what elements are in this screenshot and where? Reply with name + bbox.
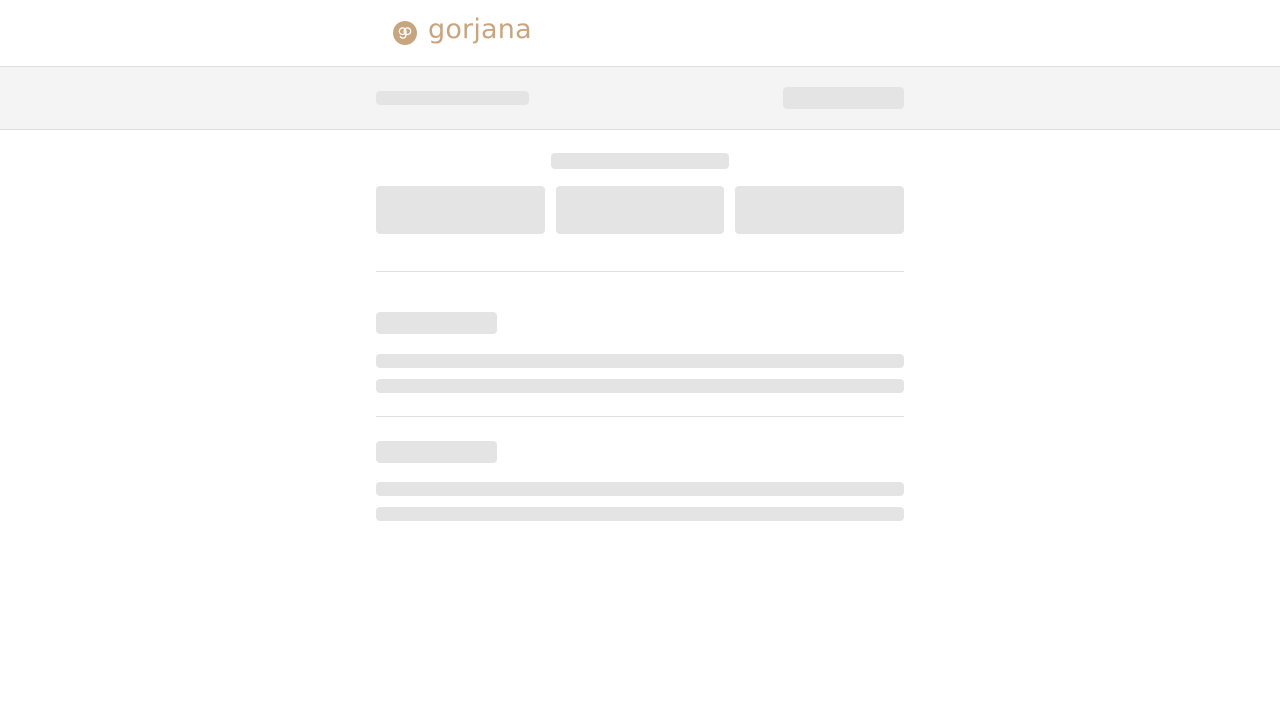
section-divider bbox=[376, 271, 904, 272]
section-divider bbox=[376, 416, 904, 417]
express-checkout-button-placeholder bbox=[556, 186, 724, 234]
text-line-placeholder bbox=[376, 354, 904, 368]
brand-wordmark: gorjana bbox=[428, 14, 532, 45]
gorjana-monogram-icon bbox=[393, 21, 417, 45]
order-summary-toggle-placeholder bbox=[376, 91, 529, 105]
text-line-placeholder bbox=[376, 379, 904, 393]
site-header: gorjana bbox=[0, 0, 1280, 66]
order-summary-bar bbox=[0, 66, 1280, 130]
express-checkout-button-placeholder bbox=[735, 186, 904, 234]
section-heading-placeholder bbox=[376, 441, 497, 463]
brand-logo[interactable]: gorjana bbox=[393, 14, 532, 47]
text-line-placeholder bbox=[376, 482, 904, 496]
express-checkout-title-placeholder bbox=[551, 153, 729, 169]
text-line-placeholder bbox=[376, 507, 904, 521]
express-checkout-button-placeholder bbox=[376, 186, 545, 234]
order-total-placeholder bbox=[783, 87, 904, 109]
section-heading-placeholder bbox=[376, 312, 497, 334]
